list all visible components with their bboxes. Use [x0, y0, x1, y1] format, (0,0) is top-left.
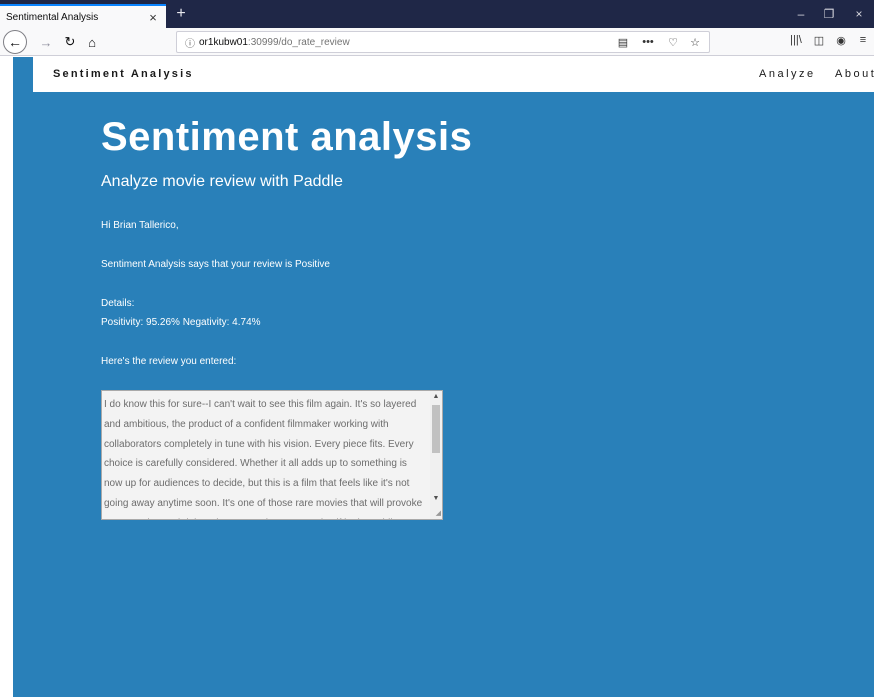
scroll-up-icon[interactable]: ▲ — [430, 391, 442, 403]
close-window-button[interactable]: × — [846, 4, 872, 26]
bookmark-star-icon[interactable]: ☆ — [687, 36, 703, 49]
minimize-window-button[interactable]: – — [788, 4, 814, 26]
site-navbar: Sentiment Analysis Analyze About — [33, 57, 874, 92]
nav-link-about[interactable]: About — [835, 68, 874, 80]
scroll-thumb[interactable] — [432, 405, 440, 453]
review-text: I do know this for sure--I can't wait to… — [104, 399, 423, 519]
menu-icon[interactable]: ≡ — [854, 34, 872, 46]
url-bar[interactable]: ⓘ or1kubw01:30999/do_rate_review ▤ ••• ♡… — [176, 31, 710, 53]
resize-grip-icon[interactable]: ◢ — [433, 510, 441, 518]
verdict-text: Sentiment Analysis says that your review… — [101, 259, 330, 270]
page-actions-icon[interactable]: ••• — [637, 36, 659, 48]
review-label: Here's the review you entered: — [101, 356, 237, 367]
home-icon: ⌂ — [88, 34, 96, 50]
review-textarea[interactable]: I do know this for sure--I can't wait to… — [101, 390, 443, 520]
forward-button[interactable]: → — [36, 32, 56, 52]
page-title: Sentiment analysis — [101, 115, 473, 159]
back-arrow-icon: ← — [8, 34, 22, 50]
page-content: Sentiment Analysis Analyze About Sentime… — [13, 57, 874, 697]
url-path: :30999/do_rate_review — [247, 36, 350, 48]
reload-icon: ↻ — [64, 34, 76, 49]
scroll-down-icon[interactable]: ▼ — [430, 493, 442, 505]
review-scrollbar[interactable]: ▲ ▼ — [430, 391, 442, 519]
details-label: Details: — [101, 298, 135, 309]
reload-button[interactable]: ↻ — [60, 32, 80, 52]
forward-arrow-icon: → — [39, 34, 53, 50]
tab-close-icon[interactable]: × — [146, 10, 160, 25]
greeting-text: Hi Brian Tallerico, — [101, 220, 179, 231]
reader-view-icon[interactable]: ▤ — [615, 36, 631, 49]
new-tab-button[interactable]: + — [170, 4, 192, 26]
account-icon[interactable]: ◉ — [832, 34, 850, 47]
url-host: or1kubw01 — [199, 36, 248, 48]
sidebar-icon[interactable]: ◫ — [810, 34, 828, 47]
restore-window-button[interactable]: ❐ — [816, 4, 842, 26]
browser-tab[interactable]: Sentimental Analysis × — [0, 4, 166, 28]
url-text[interactable]: or1kubw01:30999/do_rate_review — [199, 37, 350, 48]
tab-title: Sentimental Analysis — [6, 11, 99, 23]
site-brand[interactable]: Sentiment Analysis — [53, 68, 194, 80]
browser-tab-bar: Sentimental Analysis × + – ❐ × — [0, 0, 874, 28]
details-scores: Positivity: 95.26% Negativity: 4.74% — [101, 317, 261, 328]
back-button[interactable]: ← — [3, 30, 27, 54]
pocket-icon[interactable]: ♡ — [665, 36, 681, 49]
url-actions: ▤ ••• ♡ ☆ — [615, 36, 709, 49]
library-icon[interactable]: |||\ — [787, 34, 805, 46]
nav-link-analyze[interactable]: Analyze — [759, 68, 816, 80]
page-subtitle: Analyze movie review with Paddle — [101, 173, 343, 190]
home-button[interactable]: ⌂ — [82, 32, 102, 52]
site-info-icon[interactable]: ⓘ — [181, 35, 199, 50]
browser-nav-bar: ← → ↻ ⌂ ⓘ or1kubw01:30999/do_rate_review… — [0, 28, 874, 56]
